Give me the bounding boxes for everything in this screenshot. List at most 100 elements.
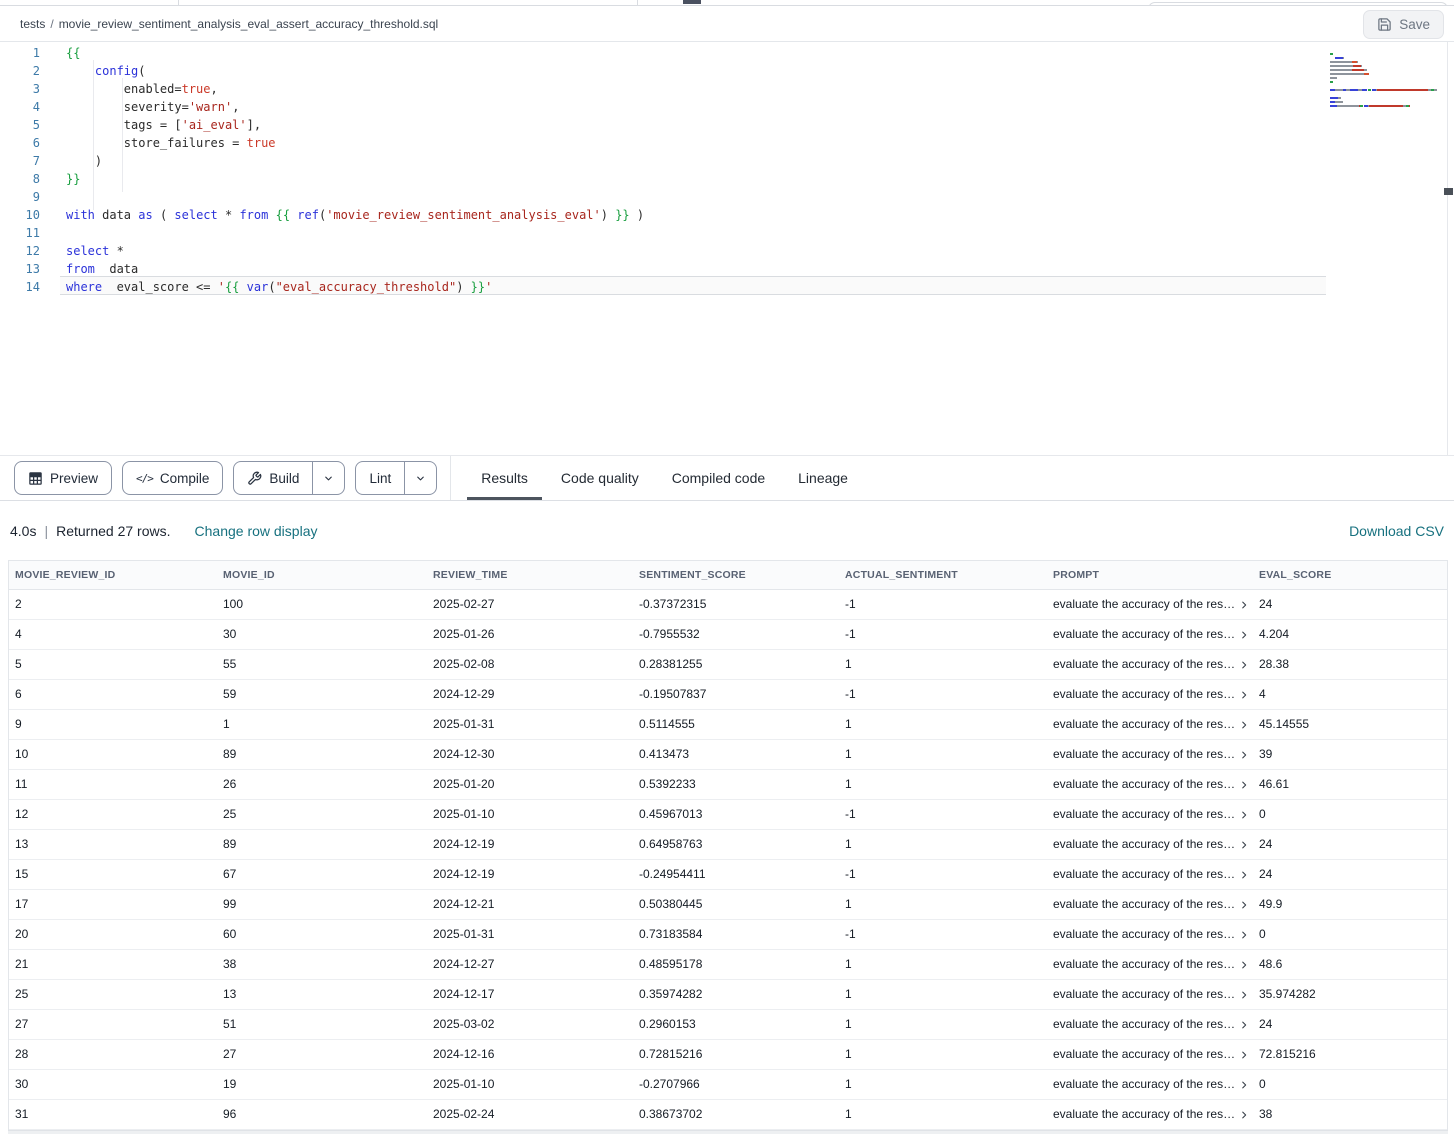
code-line[interactable]: 9 xyxy=(0,188,1434,206)
code-line[interactable]: 5 tags = ['ai_eval'], xyxy=(0,116,1434,134)
prompt-expand-icon[interactable] xyxy=(1239,750,1249,760)
minimap[interactable] xyxy=(1330,46,1444,102)
compile-button[interactable]: </> Compile xyxy=(122,461,223,495)
build-dropdown[interactable] xyxy=(312,462,344,494)
table-cell: 2024-12-19 xyxy=(427,860,633,890)
code-line[interactable]: 1{{ xyxy=(0,44,1434,62)
prompt-expand-icon[interactable] xyxy=(1239,1020,1249,1030)
table-cell: 96 xyxy=(217,1100,427,1130)
table-cell: 30 xyxy=(9,1070,217,1100)
prompt-cell: evaluate the accuracy of the res… xyxy=(1047,1070,1253,1100)
table-cell: 1 xyxy=(839,650,1047,680)
table-row[interactable]: 17992024-12-210.503804451evaluate the ac… xyxy=(9,890,1447,920)
prompt-expand-icon[interactable] xyxy=(1239,930,1249,940)
prompt-expand-icon[interactable] xyxy=(1239,840,1249,850)
table-cell: 1 xyxy=(839,1010,1047,1040)
table-row[interactable]: 21382024-12-270.485951781evaluate the ac… xyxy=(9,950,1447,980)
code-line[interactable]: 6 store_failures = true xyxy=(0,134,1434,152)
prompt-expand-icon[interactable] xyxy=(1239,810,1249,820)
code-line[interactable]: 14where eval_score <= '{{ var("eval_accu… xyxy=(0,278,1434,296)
chevron-down-icon xyxy=(415,473,426,484)
table-row[interactable]: 31962025-02-240.386737021evaluate the ac… xyxy=(9,1100,1447,1130)
table-row[interactable]: 12252025-01-100.45967013-1evaluate the a… xyxy=(9,800,1447,830)
table-cell: 0 xyxy=(1253,920,1447,950)
button-group: Preview </> Compile Build Lint xyxy=(0,456,437,500)
tab-results[interactable]: Results xyxy=(467,456,542,500)
table-row[interactable]: 25132024-12-170.359742821evaluate the ac… xyxy=(9,980,1447,1010)
editor-scrollbar-thumb[interactable] xyxy=(1444,188,1453,195)
build-main[interactable]: Build xyxy=(234,462,312,494)
prompt-expand-icon[interactable] xyxy=(1239,690,1249,700)
preview-button[interactable]: Preview xyxy=(14,461,112,495)
code-line[interactable]: 8}} xyxy=(0,170,1434,188)
code-line[interactable]: 11 xyxy=(0,224,1434,242)
prompt-preview: evaluate the accuracy of the res… xyxy=(1053,650,1235,679)
change-row-display-link[interactable]: Change row display xyxy=(195,523,318,539)
prompt-expand-icon[interactable] xyxy=(1239,990,1249,1000)
lint-dropdown[interactable] xyxy=(404,462,436,494)
table-row[interactable]: 912025-01-310.51145551evaluate the accur… xyxy=(9,710,1447,740)
table-cell: 2024-12-27 xyxy=(427,950,633,980)
table-row[interactable]: 13892024-12-190.649587631evaluate the ac… xyxy=(9,830,1447,860)
table-row[interactable]: 28272024-12-160.728152161evaluate the ac… xyxy=(9,1040,1447,1070)
breadcrumb-folder[interactable]: tests xyxy=(20,17,45,31)
table-cell: 0.28381255 xyxy=(633,650,839,680)
table-row[interactable]: 5552025-02-080.283812551evaluate the acc… xyxy=(9,650,1447,680)
prompt-cell: evaluate the accuracy of the res… xyxy=(1047,770,1253,800)
code-line[interactable]: 3 enabled=true, xyxy=(0,80,1434,98)
code-line[interactable]: 2 config( xyxy=(0,62,1434,80)
code-line[interactable]: 10with data as ( select * from {{ ref('m… xyxy=(0,206,1434,224)
table-row[interactable]: 30192025-01-10-0.27079661evaluate the ac… xyxy=(9,1070,1447,1100)
prompt-cell: evaluate the accuracy of the res… xyxy=(1047,830,1253,860)
prompt-expand-icon[interactable] xyxy=(1239,1110,1249,1120)
table-row[interactable]: 10892024-12-300.4134731evaluate the accu… xyxy=(9,740,1447,770)
table-cell: 4 xyxy=(9,620,217,650)
prompt-expand-icon[interactable] xyxy=(1239,870,1249,880)
horizontal-scrollbar[interactable] xyxy=(8,1130,1448,1134)
table-cell: -1 xyxy=(839,680,1047,710)
tab-lineage[interactable]: Lineage xyxy=(784,456,862,500)
table-cell: 0.73183584 xyxy=(633,920,839,950)
table-cell: 1 xyxy=(839,890,1047,920)
code-editor[interactable]: 1{{2 config(3 enabled=true,4 severity='w… xyxy=(0,42,1454,455)
prompt-cell: evaluate the accuracy of the res… xyxy=(1047,950,1253,980)
table-row[interactable]: 15672024-12-19-0.24954411-1evaluate the … xyxy=(9,860,1447,890)
table-cell: 0.64958763 xyxy=(633,830,839,860)
table-cell: 4 xyxy=(1253,680,1447,710)
table-cell: -0.24954411 xyxy=(633,860,839,890)
prompt-expand-icon[interactable] xyxy=(1239,780,1249,790)
table-row[interactable]: 6592024-12-29-0.19507837-1evaluate the a… xyxy=(9,680,1447,710)
prompt-expand-icon[interactable] xyxy=(1239,1080,1249,1090)
line-number: 9 xyxy=(0,188,44,206)
table-row[interactable]: 20602025-01-310.73183584-1evaluate the a… xyxy=(9,920,1447,950)
table-cell: 17 xyxy=(9,890,217,920)
table-body: 21002025-02-27-0.37372315-1evaluate the … xyxy=(9,590,1447,1130)
prompt-expand-icon[interactable] xyxy=(1239,1050,1249,1060)
save-button[interactable]: Save xyxy=(1363,10,1444,39)
lint-button[interactable]: Lint xyxy=(355,461,437,495)
table-row[interactable]: 21002025-02-27-0.37372315-1evaluate the … xyxy=(9,590,1447,620)
build-button[interactable]: Build xyxy=(233,461,345,495)
code-line[interactable]: 4 severity='warn', xyxy=(0,98,1434,116)
tab-code-quality[interactable]: Code quality xyxy=(547,456,653,500)
prompt-expand-icon[interactable] xyxy=(1239,600,1249,610)
prompt-expand-icon[interactable] xyxy=(1239,630,1249,640)
prompt-expand-icon[interactable] xyxy=(1239,960,1249,970)
lint-main[interactable]: Lint xyxy=(356,462,404,494)
table-row[interactable]: 11262025-01-200.53922331evaluate the acc… xyxy=(9,770,1447,800)
prompt-cell: evaluate the accuracy of the res… xyxy=(1047,920,1253,950)
code-text: config( xyxy=(44,62,146,80)
prompt-expand-icon[interactable] xyxy=(1239,660,1249,670)
table-cell: 0.72815216 xyxy=(633,1040,839,1070)
save-icon xyxy=(1377,17,1392,32)
code-lines[interactable]: 1{{2 config(3 enabled=true,4 severity='w… xyxy=(0,44,1434,296)
code-line[interactable]: 12select * xyxy=(0,242,1434,260)
table-row[interactable]: 4302025-01-26-0.7955532-1evaluate the ac… xyxy=(9,620,1447,650)
prompt-expand-icon[interactable] xyxy=(1239,900,1249,910)
tab-compiled-code[interactable]: Compiled code xyxy=(658,456,779,500)
table-row[interactable]: 27512025-03-020.29601531evaluate the acc… xyxy=(9,1010,1447,1040)
prompt-expand-icon[interactable] xyxy=(1239,720,1249,730)
download-csv-link[interactable]: Download CSV xyxy=(1349,523,1444,539)
code-line[interactable]: 7 ) xyxy=(0,152,1434,170)
code-line[interactable]: 13from data xyxy=(0,260,1434,278)
